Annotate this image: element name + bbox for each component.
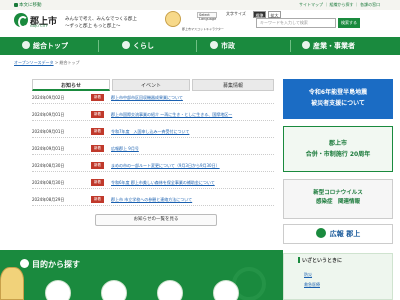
font-large-button[interactable]: 拡大: [268, 11, 281, 18]
nav-item-top[interactable]: 総合トップ: [22, 37, 68, 55]
tagline: みんなで考え、みんなでつくる郡上 〜ずっと郡上 もっと郡上〜: [65, 16, 137, 30]
building-icon: [210, 41, 218, 49]
nav-divider: [290, 40, 291, 52]
search-input[interactable]: キーワードを入力して検索: [256, 18, 336, 28]
main-nav: 総合トップ くらし 市政 産業・事業者: [0, 37, 400, 55]
news-link[interactable]: まめの市の一部ルート変更について（9月3日から9月30日）: [111, 163, 220, 169]
news-link[interactable]: 郡上市 市立学校への参観と連絡方法について: [111, 197, 192, 203]
news-link[interactable]: 郡上市中部市区回収機器成果業について: [111, 95, 183, 101]
purpose-title: 目的から探す: [20, 259, 80, 270]
city-logo-icon: [315, 228, 326, 238]
news-date: 2024年09月01日: [32, 129, 65, 134]
news-link[interactable]: 郡上市国際交流事業の紹介 ～再に生き・としに生きる、国際地区～: [111, 112, 232, 118]
new-badge: 新着: [91, 196, 104, 203]
news-row: 2024年08月29日 新着 郡上市 市立学校への参観と連絡方法について: [32, 194, 274, 206]
search-button[interactable]: 検索する: [338, 18, 360, 28]
news-link[interactable]: 令和6年度 郡上市美しい森林を保全事業の補助金について: [111, 180, 215, 186]
nav-label: くらし: [133, 42, 154, 50]
news-date: 2024年09月01日: [32, 112, 65, 117]
banner-line: 令和6年能登半島地震: [308, 89, 368, 96]
nav-item-life[interactable]: くらし: [122, 37, 154, 55]
home-icon: [22, 41, 30, 49]
skip-label: 本文に移動: [19, 3, 42, 8]
tagline-line-1: みんなで考え、みんなでつくる郡上: [65, 17, 137, 22]
mascot-image: [0, 267, 24, 300]
banner-line: 合併・市制施行 20周年: [305, 151, 371, 158]
emergency-item-medical[interactable]: 救急医療: [304, 282, 320, 288]
nav-divider: [98, 40, 99, 52]
banner-line: 被災者支援について: [311, 100, 365, 107]
nav-divider: [196, 40, 197, 52]
search-icon: [20, 259, 29, 268]
news-row: 2024年08月30日 新着 まめの市の一部ルート変更について（9月3日から9月…: [32, 160, 274, 172]
emergency-item-disaster[interactable]: 防災: [304, 272, 312, 278]
nav-item-government[interactable]: 市政: [210, 37, 235, 55]
banner-line: 新型コロナウイルス: [313, 190, 363, 196]
font-standard-button[interactable]: 標準: [253, 11, 266, 18]
site-logo-sub: GUJO CITY: [30, 24, 48, 28]
banner-line: 感染症 関連情報: [315, 199, 360, 205]
city-logo-icon[interactable]: [14, 13, 28, 28]
tagline-line-2: 〜ずっと郡上 もっと郡上〜: [65, 24, 121, 29]
more-notices-button[interactable]: お知らせの一覧を見る: [95, 214, 217, 226]
news-date: 2024年08月30日: [32, 163, 65, 168]
breadcrumb: オープンソースデータ > 総合トップ: [14, 60, 79, 66]
news-link[interactable]: 令和7年度 入国申し込み一斉受付について: [111, 129, 189, 135]
nav-item-industry[interactable]: 産業・事業者: [302, 37, 355, 55]
tab-notices[interactable]: お知らせ: [32, 79, 110, 91]
purpose-category-icon[interactable]: [101, 280, 127, 300]
news-row: 2024年09月02日 新着 郡上市中部市区回収機器成果業について: [32, 92, 274, 104]
emergency-title-text: いざというときに: [302, 258, 343, 264]
accent-bar-icon: [298, 257, 300, 263]
news-row: 2024年09月01日 新着 郡上市国際交流事業の紹介 ～再に生き・としに生きる…: [32, 109, 274, 121]
new-badge: 新着: [91, 162, 104, 169]
tab-recruitment[interactable]: 募集情報: [192, 79, 274, 91]
industry-icon: [302, 41, 310, 49]
new-badge: 新着: [91, 179, 104, 186]
nav-label: 市政: [221, 42, 235, 50]
breadcrumb-home-link[interactable]: オープンソースデータ: [14, 60, 54, 65]
nav-label: 産業・事業者: [313, 42, 355, 50]
mascot-image: [165, 11, 181, 27]
purpose-category-icon[interactable]: [157, 280, 183, 300]
news-link[interactable]: 広報郡上 9月号: [111, 146, 139, 152]
banner-label: 広報 郡上: [329, 230, 361, 238]
new-badge: 新着: [91, 145, 104, 152]
news-date: 2024年08月29日: [32, 197, 65, 202]
covid-info-banner[interactable]: 新型コロナウイルス 感染症 関連情報: [283, 179, 393, 219]
emergency-title: いざというときに: [298, 257, 342, 264]
nav-label: 総合トップ: [33, 42, 68, 50]
font-size-label: 文字サイズ: [226, 11, 246, 16]
emergency-panel: いざというときに 防災 救急医療: [283, 253, 393, 300]
breadcrumb-current: 総合トップ: [59, 60, 80, 65]
news-row: 2024年09月01日 新着 広報郡上 9月号: [32, 143, 274, 155]
arrow-icon: [14, 3, 18, 7]
news-row: 2024年09月01日 新着 令和7年度 入国申し込み一斉受付について: [32, 126, 274, 138]
tab-events[interactable]: イベント: [112, 79, 190, 91]
utility-links[interactable]: サイトマップ ｜ 組織から探す ｜ 各課の窓口: [299, 2, 380, 8]
mascot-caption: 郡上市マスコットキャラクター: [182, 27, 224, 31]
skip-to-content-link[interactable]: 本文に移動: [14, 2, 42, 8]
house-icon: [122, 41, 130, 49]
news-date: 2024年09月01日: [32, 146, 65, 151]
new-badge: 新着: [91, 128, 104, 135]
banner-line: 郡上市: [328, 140, 347, 147]
anniversary-banner[interactable]: 郡上市 合併・市制施行 20周年: [283, 126, 393, 172]
news-row: 2024年08月30日 新着 令和6年度 郡上市美しい森林を保全事業の補助金につ…: [32, 177, 274, 189]
language-select[interactable]: Select Language: [197, 12, 217, 21]
news-date: 2024年08月30日: [32, 180, 65, 185]
news-tabs: お知らせ イベント 募集情報: [32, 79, 274, 91]
earthquake-support-banner[interactable]: 令和6年能登半島地震 被災者支援について: [283, 79, 393, 119]
purpose-title-text: 目的から探す: [32, 260, 80, 269]
new-badge: 新着: [91, 111, 104, 118]
news-date: 2024年09月02日: [32, 95, 65, 100]
utility-bar: 本文に移動 サイトマップ ｜ 組織から探す ｜ 各課の窓口: [0, 0, 400, 10]
public-relations-banner[interactable]: 広報 郡上: [283, 224, 393, 244]
purpose-category-icon[interactable]: [213, 280, 239, 300]
purpose-category-icon[interactable]: [45, 280, 71, 300]
new-badge: 新着: [91, 94, 104, 101]
